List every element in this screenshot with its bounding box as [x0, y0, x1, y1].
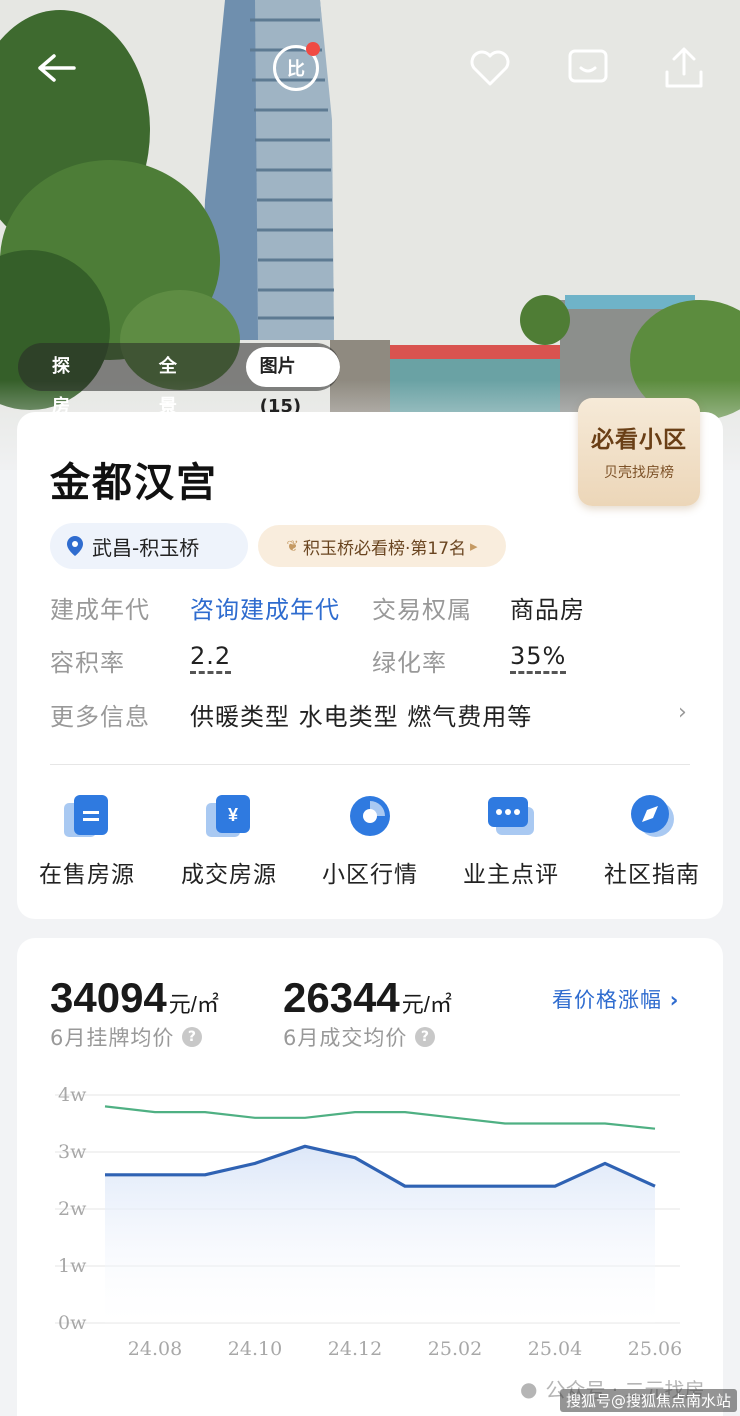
- quick-link-reviews[interactable]: 业主点评: [441, 793, 581, 889]
- tab-panorama[interactable]: 全景: [143, 347, 206, 417]
- compass-icon: [631, 795, 674, 837]
- listing-price-unit: 元/㎡: [168, 992, 219, 1017]
- tab-photos[interactable]: 图片(15): [245, 347, 340, 417]
- back-arrow-icon: [38, 54, 76, 82]
- chevron-right-icon: ›: [669, 988, 680, 1012]
- quick-link-label: 小区行情: [322, 862, 418, 888]
- price-chart: 0w 1w 2w 3w 4w 24.08 24.10 24.12 25.02 25.04 25.06: [55, 1084, 682, 1360]
- price-trend-label: 看价格涨幅: [552, 988, 662, 1012]
- community-name: 金都汉宫: [50, 459, 218, 506]
- document-icon: [64, 795, 108, 837]
- location-text: 武昌-积玉桥: [92, 535, 200, 560]
- favorite-button[interactable]: [462, 40, 518, 96]
- x-tick-label: 25.04: [528, 1338, 582, 1360]
- notification-dot: [306, 42, 320, 56]
- attr-label-green-rate: 绿化率: [372, 649, 447, 677]
- y-tick-label: 4w: [58, 1084, 87, 1106]
- badge-subtitle: 贝壳找房榜: [604, 465, 674, 481]
- message-button[interactable]: [560, 40, 616, 96]
- listing-price-caption: 6月挂牌均价?: [50, 1022, 203, 1052]
- comment-icon: [488, 797, 534, 835]
- x-tick-label: 24.10: [228, 1338, 282, 1360]
- x-tick-label: 25.06: [628, 1338, 682, 1360]
- deal-price-unit: 元/㎡: [401, 992, 452, 1017]
- quick-link-sold[interactable]: ¥ 成交房源: [159, 793, 299, 889]
- help-icon[interactable]: ?: [182, 1027, 203, 1047]
- svg-text:¥: ¥: [228, 805, 238, 825]
- build-year-consult-link[interactable]: 咨询建成年代: [190, 590, 340, 625]
- chat-icon: [568, 49, 608, 83]
- heart-icon: [470, 50, 510, 86]
- laurel-left-icon: ❦: [286, 537, 299, 555]
- wechat-icon: ●: [520, 1376, 538, 1401]
- listing-price-line: [104, 1105, 656, 1130]
- attr-value-plot-ratio[interactable]: 2.2: [190, 643, 232, 674]
- pie-chart-icon: [350, 796, 390, 836]
- deal-price-label: 6月成交均价: [283, 1026, 408, 1050]
- quick-link-on-sale[interactable]: 在售房源: [17, 793, 157, 889]
- x-tick-label: 25.02: [428, 1338, 482, 1360]
- rank-chip[interactable]: ❦ 积玉桥必看榜·第17名 ▸: [258, 525, 506, 567]
- share-button[interactable]: [656, 40, 712, 96]
- quick-link-guide[interactable]: 社区指南: [582, 793, 722, 889]
- divider: [50, 764, 690, 765]
- attr-value-ownership: 商品房: [510, 596, 585, 624]
- listing-price-label: 6月挂牌均价: [50, 1026, 175, 1050]
- deal-price-caption: 6月成交均价?: [283, 1022, 436, 1052]
- badge-title: 必看小区: [591, 427, 687, 453]
- yuan-icon: ¥: [206, 795, 250, 837]
- y-tick-label: 2w: [58, 1198, 87, 1220]
- must-see-badge[interactable]: 必看小区 贝壳找房榜: [578, 398, 700, 506]
- quick-link-label: 成交房源: [181, 862, 277, 888]
- quick-link-label: 在售房源: [39, 862, 135, 888]
- listing-price: 34094元/㎡: [50, 974, 219, 1022]
- tab-tour[interactable]: 探房: [36, 347, 99, 417]
- x-tick-label: 24.12: [328, 1338, 382, 1360]
- rank-text: 积玉桥必看榜·第17名: [303, 538, 467, 559]
- location-chip[interactable]: 武昌-积玉桥: [50, 523, 248, 569]
- y-tick-label: 0w: [58, 1312, 87, 1334]
- attr-value-green-rate[interactable]: 35%: [510, 643, 567, 674]
- quick-link-market[interactable]: 小区行情: [300, 793, 440, 889]
- deal-price: 26344元/㎡: [283, 974, 452, 1022]
- chevron-right-icon[interactable]: ›: [678, 700, 687, 725]
- share-icon: [665, 47, 703, 88]
- source-label: 搜狐号@搜狐焦点南水站: [560, 1389, 738, 1412]
- y-tick-label: 3w: [58, 1141, 87, 1163]
- media-tabs: 探房 全景 图片(15): [18, 343, 340, 417]
- chevron-right-icon: ▸: [470, 537, 478, 555]
- quick-link-label: 业主点评: [463, 862, 559, 888]
- back-button[interactable]: [28, 40, 84, 96]
- x-tick-label: 24.08: [128, 1338, 182, 1360]
- help-icon[interactable]: ?: [415, 1027, 436, 1047]
- more-info-link[interactable]: 供暖类型 水电类型 燃气费用等: [190, 697, 532, 732]
- attr-label-more-info: 更多信息: [50, 703, 150, 731]
- attr-label-build-year: 建成年代: [50, 596, 150, 624]
- deal-price-value: 26344: [283, 974, 400, 1021]
- listing-price-value: 34094: [50, 974, 167, 1021]
- y-tick-label: 1w: [58, 1255, 87, 1277]
- quick-link-label: 社区指南: [604, 862, 700, 888]
- attr-label-ownership: 交易权属: [372, 596, 472, 624]
- location-pin-icon: [67, 536, 83, 556]
- price-trend-link[interactable]: 看价格涨幅 ›: [552, 984, 679, 1014]
- attr-label-plot-ratio: 容积率: [50, 649, 125, 677]
